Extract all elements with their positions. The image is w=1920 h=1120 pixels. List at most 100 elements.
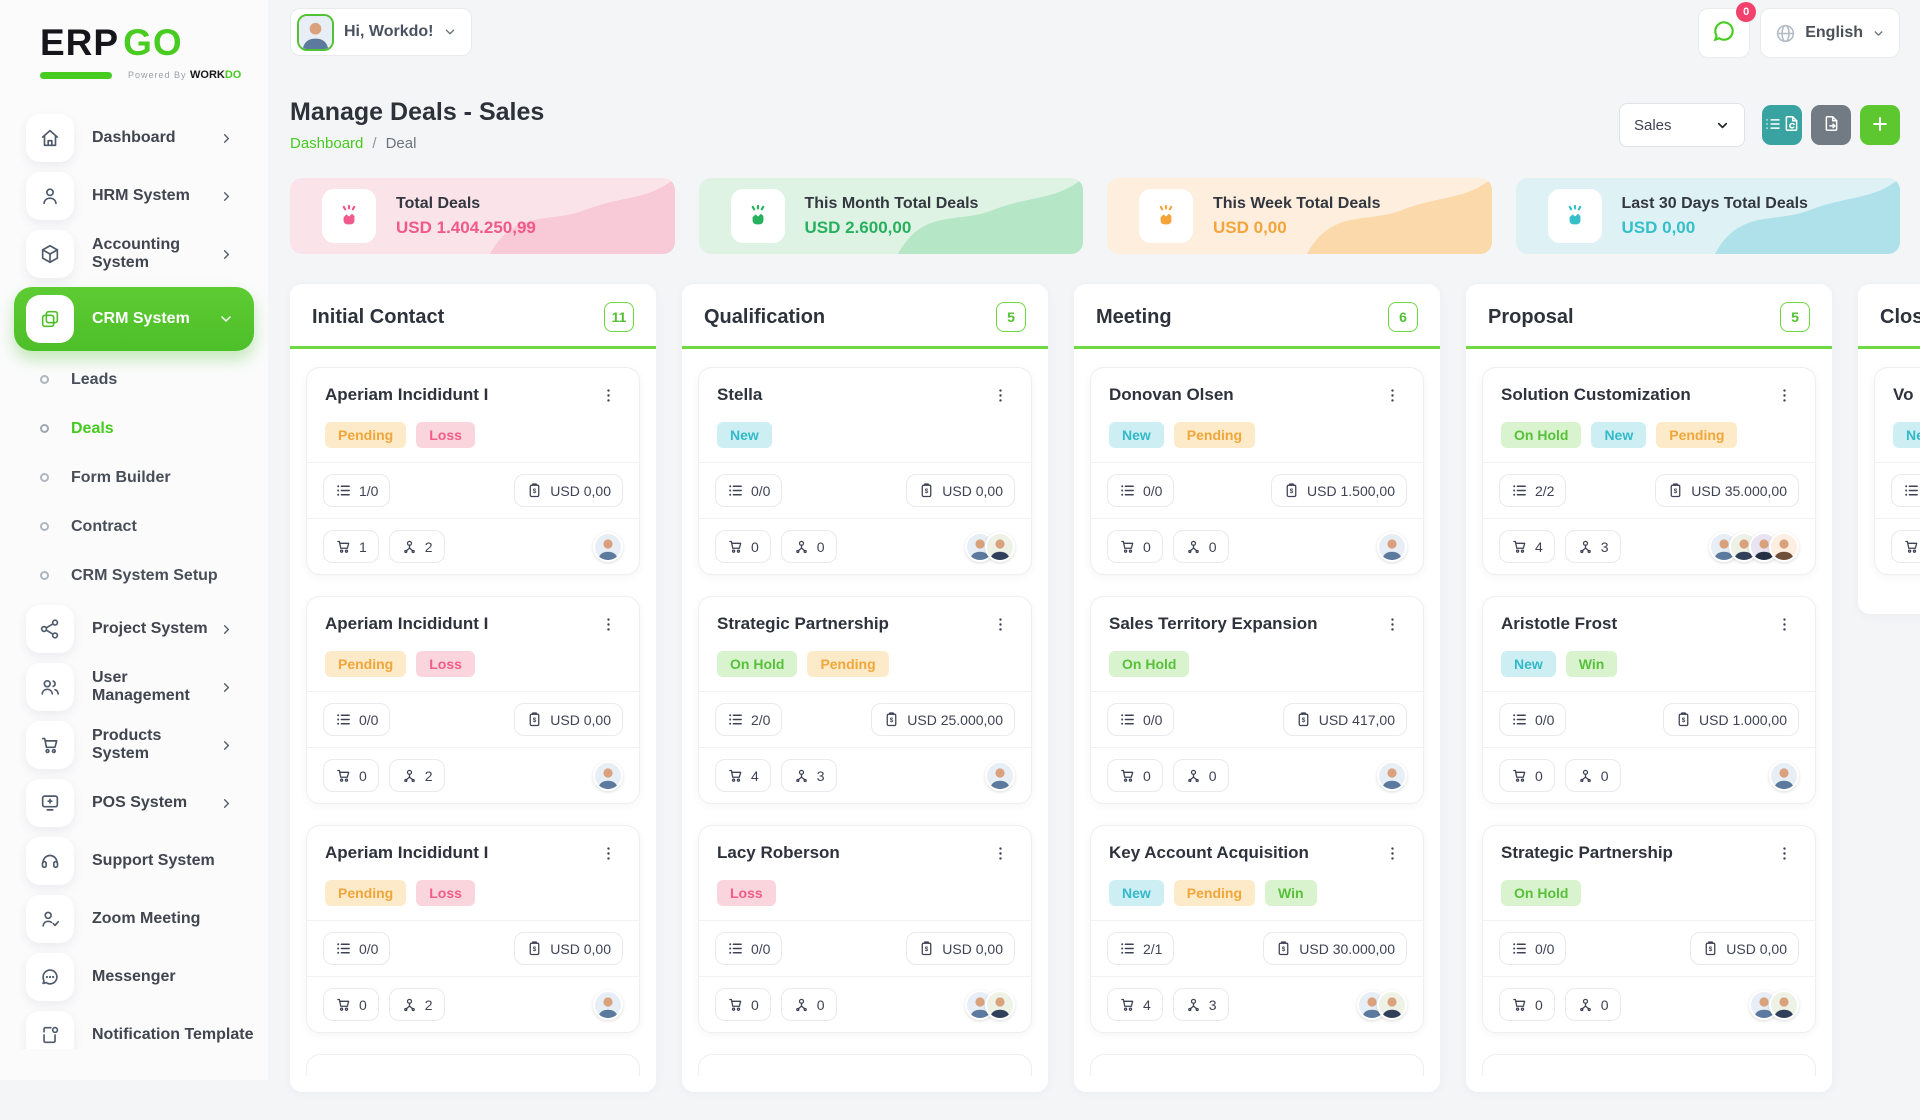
svg-text:$: $ [1282, 946, 1286, 953]
kebab-menu-icon[interactable] [988, 614, 1013, 640]
kebab-menu-icon[interactable] [988, 385, 1013, 411]
add-deal-button[interactable] [1860, 105, 1900, 145]
sidebar-subitem-deals[interactable]: Deals [0, 404, 268, 453]
kebab-menu-icon[interactable] [1380, 843, 1405, 869]
user-menu-button[interactable]: Hi, Workdo! [290, 8, 472, 56]
deal-card[interactable]: Vo New $ [1874, 367, 1920, 575]
users-count: 0 [1209, 539, 1217, 555]
deal-card[interactable]: Strategic Partnership On HoldPending 2/0… [698, 596, 1032, 804]
products-pill: 4 [1107, 988, 1163, 1021]
deal-card-partial[interactable] [1482, 1054, 1816, 1076]
sidebar-item-user-management[interactable]: User Management [0, 658, 268, 716]
pipeline-select[interactable]: Sales [1619, 103, 1745, 147]
people-icon [1185, 767, 1202, 784]
users-pill: 3 [1565, 530, 1621, 563]
money-icon: $ [883, 711, 900, 728]
sidebar-subitem-contract[interactable]: Contract [0, 502, 268, 551]
deal-title: Strategic Partnership [1501, 843, 1673, 863]
deal-icon [731, 189, 785, 243]
deal-title: Aperiam Incididunt I [325, 843, 488, 863]
svg-text:$: $ [1290, 488, 1294, 495]
task-list-icon [1511, 711, 1528, 728]
kebab-menu-icon[interactable] [1380, 385, 1405, 411]
sidebar-item-zoom-meeting[interactable]: Zoom Meeting [0, 890, 268, 948]
deal-card-partial[interactable] [1090, 1054, 1424, 1076]
deal-card[interactable]: Key Account Acquisition NewPendingWin 2/… [1090, 825, 1424, 1033]
people-icon [793, 538, 810, 555]
deal-card[interactable]: Strategic Partnership On Hold 0/0 $USD 0… [1482, 825, 1816, 1033]
tag-onhold: On Hold [1501, 880, 1581, 906]
export-button[interactable] [1811, 105, 1851, 145]
users-count: 0 [1601, 997, 1609, 1013]
kebab-menu-icon[interactable] [596, 843, 621, 869]
deal-card[interactable]: Aperiam Incididunt I PendingLoss 0/0 $US… [306, 596, 640, 804]
avatar [1769, 761, 1799, 791]
kebab-menu-icon[interactable] [1772, 614, 1797, 640]
stat-label: Total Deals [396, 195, 536, 213]
pipeline-select-value: Sales [1634, 117, 1672, 134]
list-view-button[interactable] [1762, 105, 1802, 145]
sidebar-item-label: POS System [92, 794, 219, 812]
deal-title: Stella [717, 385, 762, 405]
deal-card[interactable]: Sales Territory Expansion On Hold 0/0 $U… [1090, 596, 1424, 804]
sidebar-subitem-leads[interactable]: Leads [0, 355, 268, 404]
kebab-menu-icon[interactable] [1772, 385, 1797, 411]
products-count: 4 [1143, 997, 1151, 1013]
app-logo[interactable]: ERPGO Powered By WORKDO [0, 14, 268, 81]
sidebar-item-notification-template[interactable]: Notification Template [0, 1006, 268, 1049]
money-icon: $ [918, 482, 935, 499]
deal-card-partial[interactable] [698, 1054, 1032, 1076]
kebab-menu-icon[interactable] [988, 843, 1013, 869]
amount-pill: $USD 35.000,00 [1655, 474, 1799, 507]
sidebar-item-dashboard[interactable]: Dashboard [0, 109, 268, 167]
tag-new: New [1501, 651, 1556, 677]
deal-card-partial[interactable] [306, 1054, 640, 1076]
sidebar-subitem-crm-system-setup[interactable]: CRM System Setup [0, 551, 268, 600]
users-count: 3 [1209, 997, 1217, 1013]
amount-pill: $USD 30.000,00 [1263, 932, 1407, 965]
deal-card[interactable]: Donovan Olsen NewPending 0/0 $USD 1.500,… [1090, 367, 1424, 575]
deal-card[interactable]: Aristotle Frost NewWin 0/0 $USD 1.000,00… [1482, 596, 1816, 804]
deal-card[interactable]: Aperiam Incididunt I PendingLoss 1/0 $US… [306, 367, 640, 575]
sidebar-item-label: Accounting System [92, 236, 219, 272]
deal-amount: USD 0,00 [942, 941, 1003, 957]
sidebar-item-messenger[interactable]: Messenger [0, 948, 268, 1006]
tasks-pill: 2/1 [1107, 932, 1174, 965]
money-icon: $ [1275, 940, 1292, 957]
users-pill: 3 [1173, 988, 1229, 1021]
chevron-right-icon [219, 189, 234, 204]
assignee-avatars [1377, 761, 1407, 791]
chevron-down-icon [1872, 27, 1885, 40]
sidebar-item-crm-system[interactable]: CRM System [14, 287, 254, 351]
page-title: Manage Deals - Sales [290, 98, 544, 127]
sidebar-item-project-system[interactable]: Project System [0, 600, 268, 658]
deal-tags: NewWin [1483, 640, 1815, 691]
kebab-menu-icon[interactable] [596, 614, 621, 640]
money-icon: $ [526, 711, 543, 728]
sidebar-item-accounting-system[interactable]: Accounting System [0, 225, 268, 283]
people-icon [793, 767, 810, 784]
breadcrumb-dashboard-link[interactable]: Dashboard [290, 135, 363, 152]
sidebar-item-pos-system[interactable]: POS System [0, 774, 268, 832]
sidebar: ERPGO Powered By WORKDO Dashboard HRM Sy… [0, 0, 268, 1080]
logo-text: ERPGO [40, 24, 268, 61]
cart-icon [1119, 767, 1136, 784]
money-icon: $ [1702, 940, 1719, 957]
kebab-menu-icon[interactable] [1772, 843, 1797, 869]
messages-button[interactable]: 0 [1698, 8, 1750, 58]
kebab-menu-icon[interactable] [596, 385, 621, 411]
language-selector[interactable]: English [1760, 8, 1900, 58]
kebab-menu-icon[interactable] [1380, 614, 1405, 640]
bullet-icon [40, 522, 49, 531]
sidebar-item-support-system[interactable]: Support System [0, 832, 268, 890]
sidebar-item-hrm-system[interactable]: HRM System [0, 167, 268, 225]
assignee-avatars [593, 761, 623, 791]
sidebar-subitem-form-builder[interactable]: Form Builder [0, 453, 268, 502]
deal-card[interactable]: Lacy Roberson Loss 0/0 $USD 0,00 0 0 [698, 825, 1032, 1033]
sidebar-item-label: User Management [92, 669, 219, 705]
deal-card[interactable]: Solution Customization On HoldNewPending… [1482, 367, 1816, 575]
deal-card[interactable]: Aperiam Incididunt I PendingLoss 0/0 $US… [306, 825, 640, 1033]
chat-icon [1711, 18, 1737, 49]
sidebar-item-products-system[interactable]: Products System [0, 716, 268, 774]
deal-card[interactable]: Stella New 0/0 $USD 0,00 0 0 [698, 367, 1032, 575]
